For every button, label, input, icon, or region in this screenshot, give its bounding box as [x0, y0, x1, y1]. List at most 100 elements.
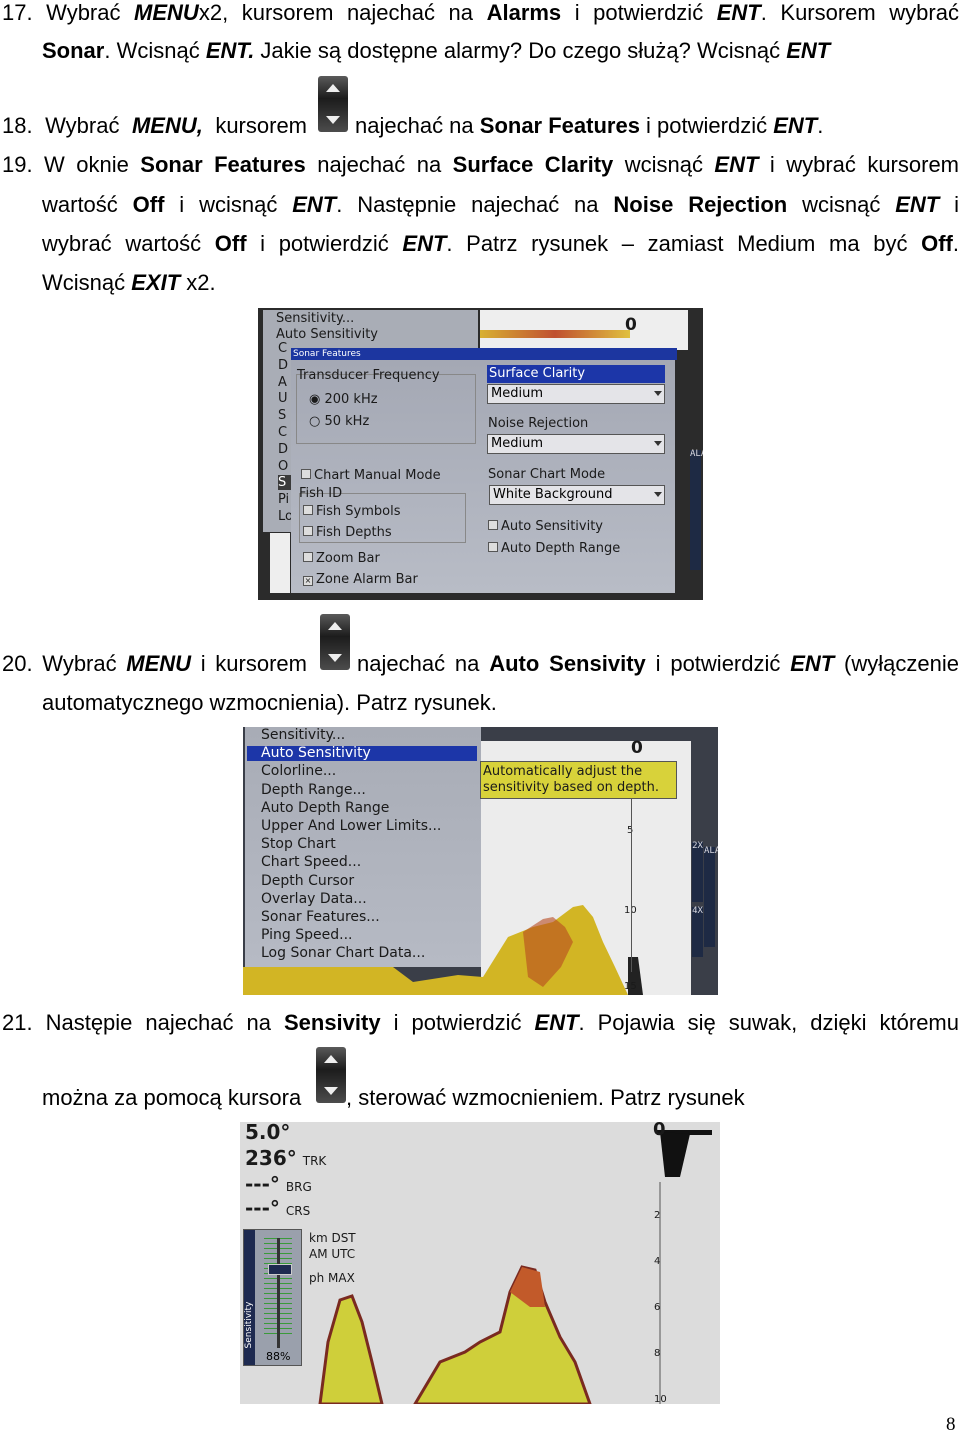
- menu-item[interactable]: Log Sonar Chart Data...: [261, 946, 425, 961]
- text-run: i potwierdzić: [380, 1010, 535, 1035]
- noise-rejection-label: Noise Rejection: [488, 416, 589, 431]
- text-run: wcisnąć: [613, 152, 715, 177]
- zoom-bar-checkbox[interactable]: Zoom Bar: [303, 551, 380, 566]
- menu-item[interactable]: Stop Chart: [261, 837, 336, 852]
- line-20c: automatycznego wzmocnienia). Patrz rysun…: [42, 690, 497, 716]
- auto-sensitivity-checkbox[interactable]: Auto Sensitivity: [488, 519, 603, 534]
- emphasized-text: Sonar Features: [140, 152, 306, 177]
- text-run: Wcisnąć: [42, 270, 132, 295]
- up-down-arrow-key-icon: [320, 614, 350, 670]
- text-run: i kursorem: [191, 651, 307, 676]
- menu-item: D: [278, 441, 289, 457]
- readout-label: TRK: [302, 1154, 327, 1168]
- menu-item: O: [278, 458, 289, 474]
- emphasized-text: ENT: [773, 113, 818, 138]
- auto-depth-range-checkbox[interactable]: Auto Depth Range: [488, 541, 620, 556]
- menu-item: S: [278, 408, 287, 424]
- surface-clarity-label[interactable]: Surface Clarity: [487, 365, 665, 383]
- line-18a: 18. Wybrać MENU, kursorem: [2, 113, 307, 139]
- emphasized-text: Surface Clarity: [452, 152, 614, 177]
- sonar-menu: Sensitivity... Auto Sensitivity Colorline.…: [245, 727, 481, 967]
- emphasized-text: MENU,: [131, 113, 203, 138]
- zone-alarm-bar-checkbox[interactable]: × Zone Alarm Bar: [303, 572, 418, 587]
- menu-item: Auto Sensitivity: [276, 327, 378, 342]
- menu-item[interactable]: Sensitivity...: [261, 728, 345, 743]
- text-run: 19. W oknie: [2, 152, 141, 177]
- up-down-arrow-key-icon: [318, 76, 348, 132]
- fish-symbols-checkbox[interactable]: Fish Symbols: [303, 504, 401, 519]
- text-run: kursorem: [202, 113, 307, 138]
- menu-item: S: [278, 475, 292, 491]
- fish-depths-checkbox[interactable]: Fish Depths: [303, 525, 392, 540]
- zoom-2x-bar[interactable]: 2X: [692, 842, 703, 902]
- text-run: i potwierdzić: [639, 113, 774, 138]
- fish-id-label: Fish ID: [299, 486, 343, 501]
- chart-manual-mode-checkbox[interactable]: Chart Manual Mode: [301, 468, 441, 483]
- slider-thumb[interactable]: [268, 1264, 292, 1275]
- menu-item[interactable]: Depth Range...: [261, 782, 366, 798]
- noise-rejection-dropdown[interactable]: Medium: [487, 434, 665, 454]
- depth-tick: 4: [654, 1256, 661, 1267]
- zoom-4x-bar[interactable]: 4X: [692, 907, 703, 957]
- readout-label: AM UTC: [309, 1247, 356, 1261]
- line-19b: wartość Off i wcisnąć ENT. Następnie naj…: [42, 192, 959, 218]
- emphasized-text: Off: [132, 192, 165, 217]
- menu-item[interactable]: Chart Speed...: [261, 855, 361, 870]
- depth-tick: 0: [631, 738, 643, 758]
- surface-clarity-dropdown[interactable]: Medium: [487, 384, 665, 404]
- readout: 236° TRK: [245, 1148, 327, 1169]
- sonar-chart-mode-dropdown[interactable]: White Background: [489, 485, 665, 505]
- emphasized-text: MENU: [134, 0, 199, 25]
- menu-item[interactable]: Ping Speed...: [261, 928, 352, 943]
- readout: ---° CRS: [245, 1198, 311, 1219]
- emphasized-text: ENT.: [205, 38, 255, 63]
- emphasized-text: ENT: [714, 152, 759, 177]
- text-run: i potwierdzić: [246, 231, 403, 256]
- freq-50-radio[interactable]: ○ 50 kHz: [309, 414, 369, 429]
- freq-200-radio[interactable]: ◉ 200 kHz: [309, 392, 378, 407]
- emphasized-text: ENT: [292, 192, 337, 217]
- readout-value: 236°: [245, 1146, 297, 1170]
- menu-item[interactable]: Sonar Features...: [261, 910, 380, 925]
- emphasized-text: Off: [921, 231, 953, 256]
- menu-item: Pi: [278, 492, 290, 508]
- readout-label: CRS: [285, 1204, 311, 1218]
- menu-item[interactable]: Colorline...: [261, 764, 336, 779]
- menu-item: Sensitivity...: [276, 311, 355, 326]
- depth-tick: 2: [654, 1210, 661, 1221]
- readout-value: ---°: [245, 1172, 280, 1196]
- text-run: 18. Wybrać: [2, 113, 132, 138]
- tooltip-line: Automatically adjust the: [483, 764, 643, 779]
- menu-item[interactable]: Auto Sensitivity: [247, 746, 477, 762]
- menu-item[interactable]: Upper And Lower Limits...: [261, 819, 441, 834]
- readout: km DST: [303, 1231, 356, 1246]
- depth-zero: 0: [625, 315, 637, 335]
- depth-tick: 0: [653, 1122, 666, 1140]
- readout-label: km DST: [309, 1231, 356, 1245]
- text-run: . Pojawia się suwak, dzięki któremu: [578, 1010, 959, 1035]
- text-run: wcisnąć: [787, 192, 896, 217]
- emphasized-text: Sonar Features: [479, 113, 640, 138]
- emphasized-text: ENT: [402, 231, 447, 256]
- menu-item: C: [278, 425, 288, 440]
- emphasized-text: MENU: [126, 651, 192, 676]
- text-run: wartość: [42, 192, 133, 217]
- text-run: 17. Wybrać: [2, 0, 135, 25]
- slider-label: Sensitivity: [244, 1301, 254, 1349]
- emphasized-text: ENT: [786, 38, 831, 63]
- text-run: . Kursorem wybrać: [760, 0, 959, 25]
- text-run: . Patrz rysunek – zamiast Medium ma być: [446, 231, 922, 256]
- menu-item: C: [278, 341, 288, 356]
- line-20a: 20. Wybrać MENU i kursorem: [2, 651, 307, 677]
- sensitivity-slider[interactable]: Sensitivity 88%: [243, 1229, 302, 1366]
- menu-item[interactable]: Auto Depth Range: [261, 800, 389, 816]
- line-21a: 21. Następie najechać na Sensivity i pot…: [2, 1010, 959, 1036]
- tooltip-line: sensitivity based on depth.: [483, 780, 660, 795]
- readout: ---° BRG: [245, 1174, 312, 1195]
- text-run: najechać na: [355, 113, 480, 138]
- depth-tick: 10: [654, 1394, 667, 1404]
- dialog-title: Sonar Features: [291, 348, 677, 360]
- text-run: najechać na: [305, 152, 453, 177]
- menu-item[interactable]: Overlay Data...: [261, 891, 367, 907]
- menu-item[interactable]: Depth Cursor: [261, 873, 354, 889]
